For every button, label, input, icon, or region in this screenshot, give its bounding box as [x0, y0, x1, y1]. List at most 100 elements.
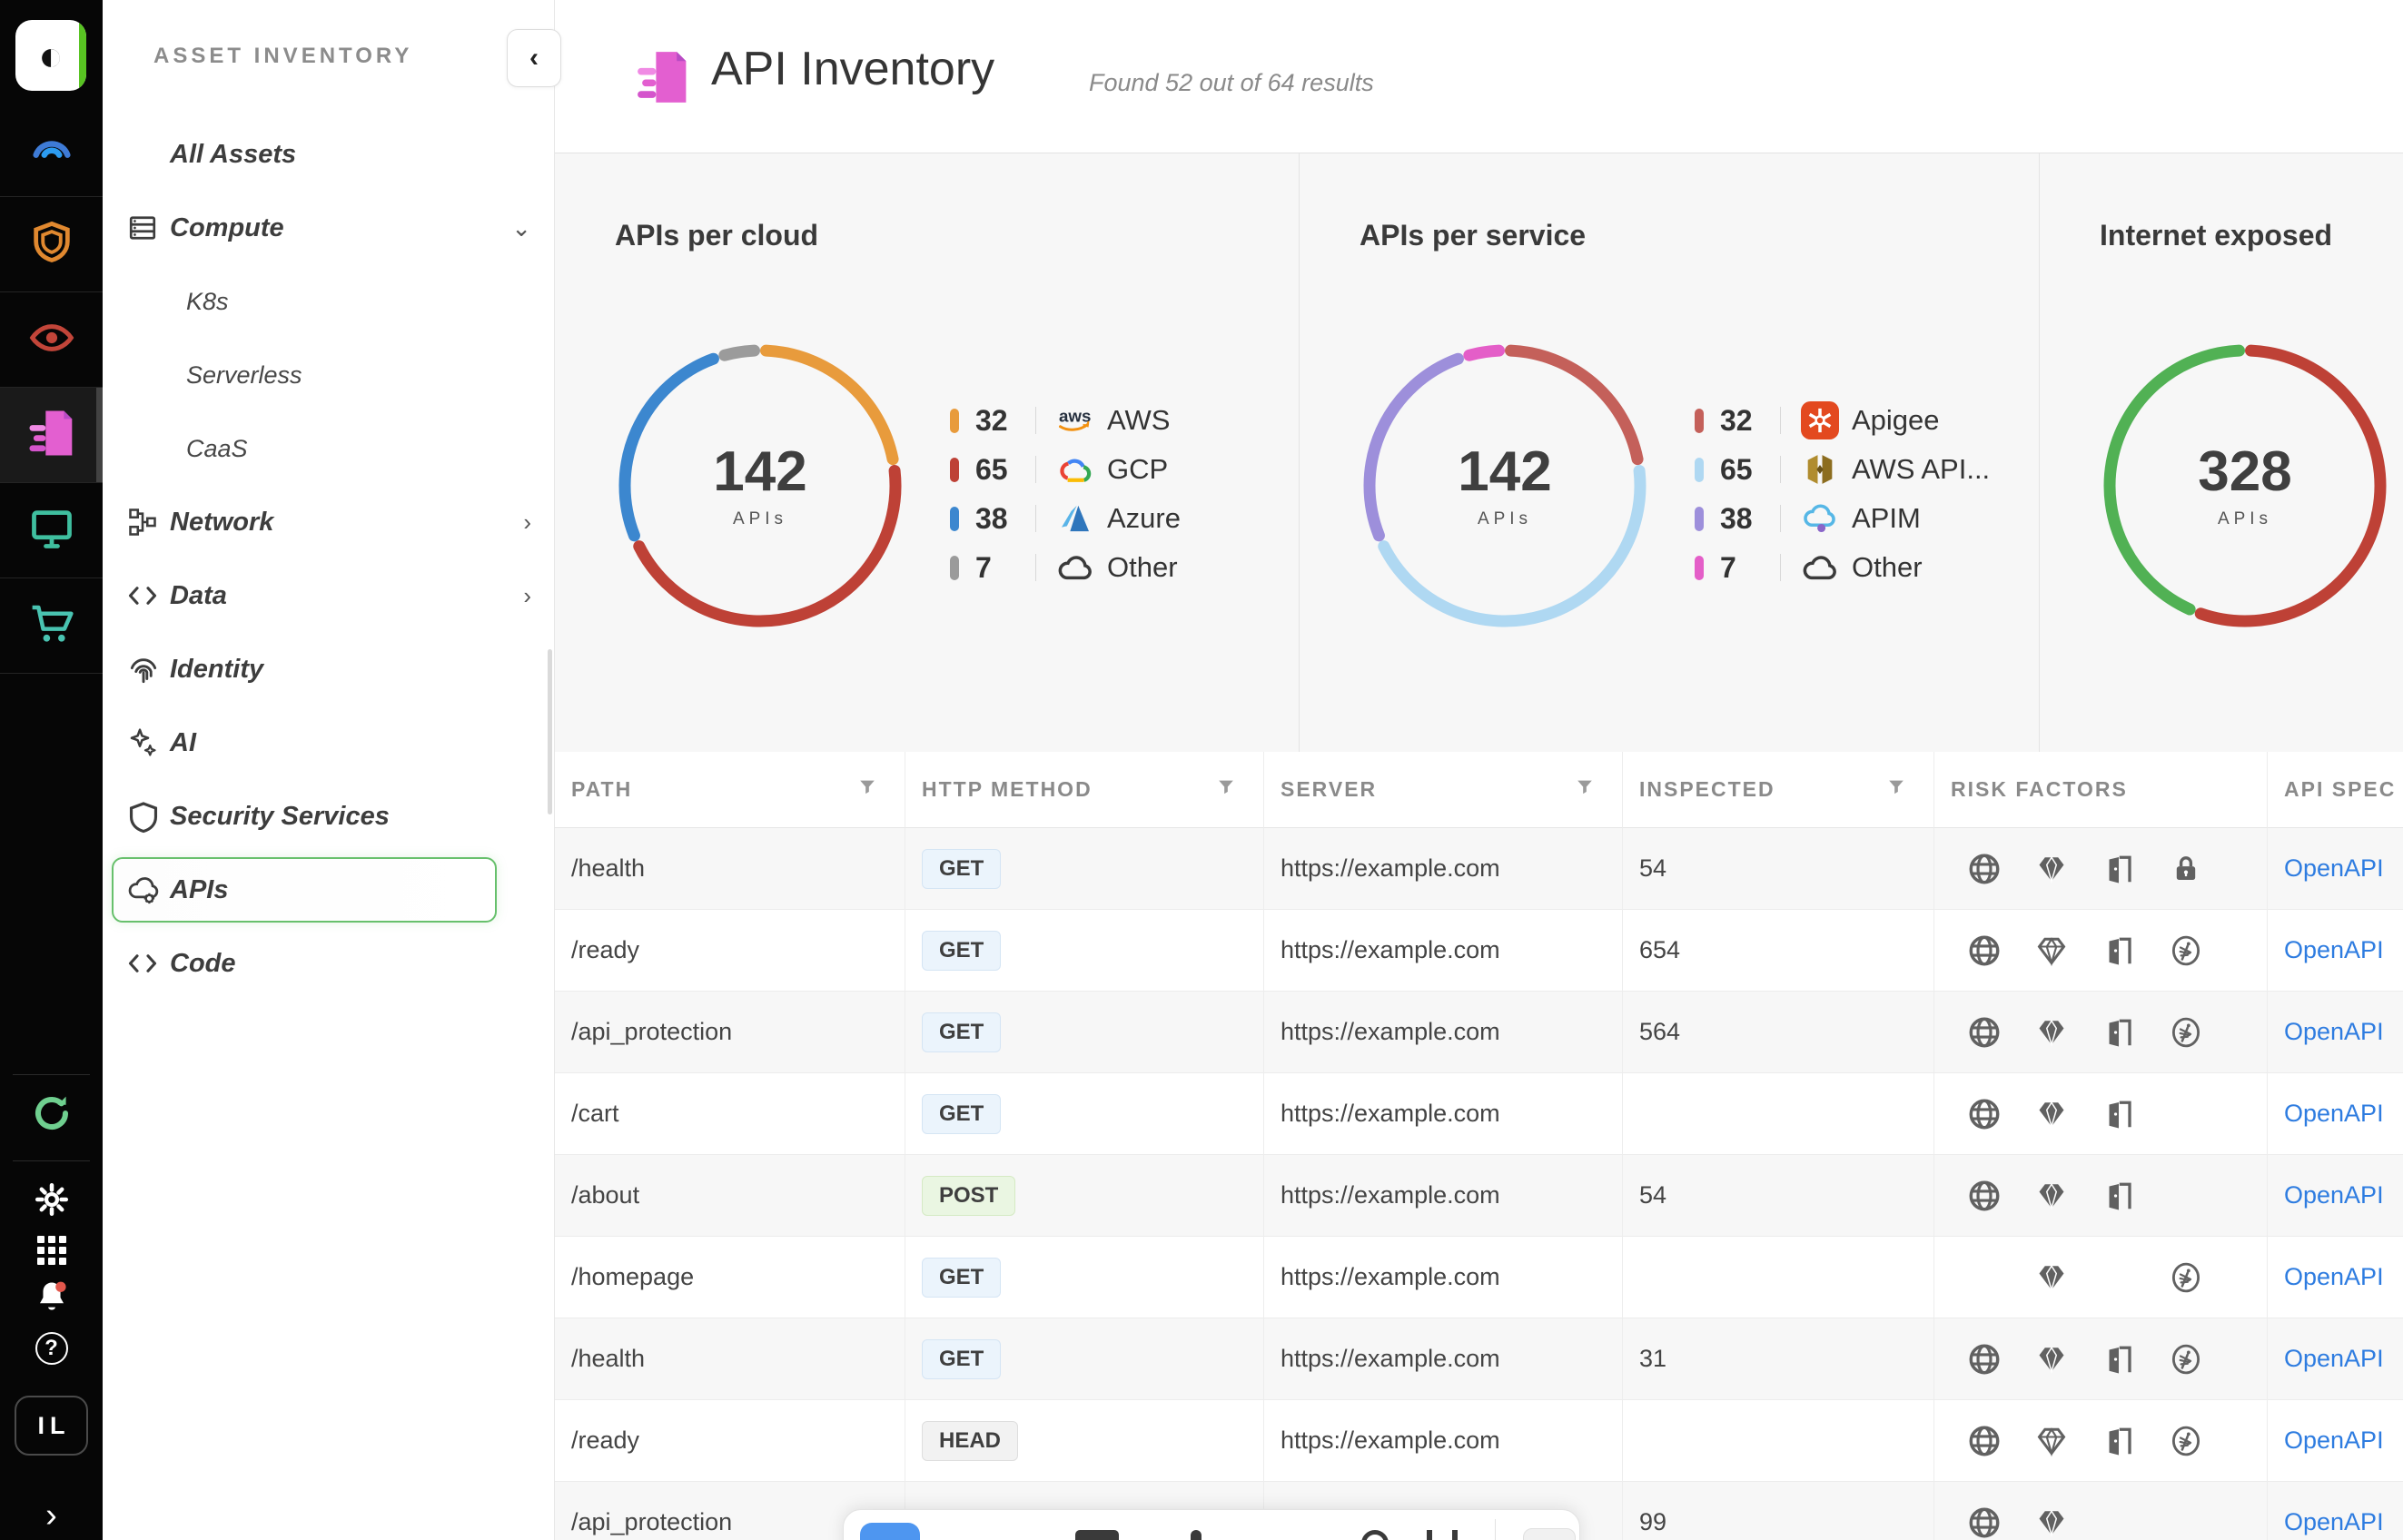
- openapi-link[interactable]: OpenAPI: [2284, 1345, 2384, 1373]
- risk-door-icon[interactable]: [2085, 1341, 2152, 1377]
- column-header-server[interactable]: SERVER: [1264, 752, 1623, 828]
- sidebar-collapse-button[interactable]: ‹: [507, 29, 561, 87]
- risk-door-icon[interactable]: [2085, 851, 2152, 887]
- filter-funnel-icon[interactable]: [1575, 777, 1595, 803]
- rail-item-marketplace[interactable]: [0, 578, 103, 674]
- sidebar-item-caas[interactable]: CaaS: [103, 412, 555, 486]
- risk-gem-icon[interactable]: [2018, 851, 2085, 887]
- risk-globe-icon[interactable]: [1951, 933, 2018, 969]
- sidebar-item-security-services[interactable]: Security Services: [103, 780, 555, 854]
- chevron-right-icon[interactable]: ›: [523, 582, 531, 610]
- column-header-http-method[interactable]: HTTP METHOD: [905, 752, 1264, 828]
- rail-item-observability[interactable]: [0, 102, 103, 197]
- legend-value: 38: [1720, 502, 1780, 536]
- toolbar-dot-icon[interactable]: [1191, 1530, 1202, 1540]
- openapi-link[interactable]: OpenAPI: [2284, 854, 2384, 883]
- toolbar-circle-icon[interactable]: [1361, 1530, 1389, 1540]
- risk-globe-icon[interactable]: [1951, 1341, 2018, 1377]
- rail-item-protection[interactable]: [0, 197, 103, 292]
- cell-risk-factors: [1934, 1482, 2268, 1540]
- sidebar-item-compute[interactable]: Compute⌄: [103, 192, 555, 265]
- sidebar-item-k8s[interactable]: K8s: [103, 265, 555, 339]
- avatar[interactable]: IL: [15, 1396, 88, 1456]
- openapi-link[interactable]: OpenAPI: [2284, 936, 2384, 964]
- risk-globe-icon[interactable]: [1951, 1423, 2018, 1459]
- column-header-path[interactable]: PATH: [555, 752, 905, 828]
- chevron-down-icon[interactable]: ⌄: [511, 214, 531, 242]
- openapi-link[interactable]: OpenAPI: [2284, 1426, 2384, 1455]
- risk-lock-icon[interactable]: [2152, 851, 2220, 887]
- risk-gem-icon[interactable]: [2018, 1178, 2085, 1214]
- risk-owasp-icon[interactable]: [2152, 933, 2220, 969]
- table-row[interactable]: /cartGEThttps://example.comOpenAPI: [555, 1073, 2403, 1155]
- risk-owasp-icon[interactable]: [2152, 1423, 2220, 1459]
- risk-globe-icon[interactable]: [1951, 1096, 2018, 1132]
- openapi-link[interactable]: OpenAPI: [2284, 1018, 2384, 1046]
- risk-owasp-icon[interactable]: [2152, 1259, 2220, 1296]
- cell-http-method: GET: [905, 1237, 1264, 1318]
- risk-door-icon[interactable]: [2085, 933, 2152, 969]
- sidebar-item-code[interactable]: Code: [103, 927, 555, 1001]
- filter-funnel-icon[interactable]: [1216, 777, 1236, 803]
- openapi-link[interactable]: OpenAPI: [2284, 1263, 2384, 1291]
- risk-gem-icon[interactable]: [2018, 1259, 2085, 1296]
- sidebar-item-serverless[interactable]: Serverless: [103, 339, 555, 412]
- risk-gem-outline-icon[interactable]: [2018, 1423, 2085, 1459]
- toolbar-primary-button[interactable]: [860, 1523, 920, 1540]
- chevron-right-icon[interactable]: ›: [523, 508, 531, 537]
- table-row[interactable]: /homepageGEThttps://example.comOpenAPI: [555, 1237, 2403, 1318]
- risk-door-icon[interactable]: [2085, 1178, 2152, 1214]
- rail-item-help[interactable]: ?: [0, 1328, 103, 1368]
- app-logo[interactable]: ◐: [15, 20, 86, 91]
- risk-gem-outline-icon[interactable]: [2018, 933, 2085, 969]
- risk-gem-icon[interactable]: [2018, 1341, 2085, 1377]
- table-row[interactable]: /healthGEThttps://example.com31OpenAPI: [555, 1318, 2403, 1400]
- table-row[interactable]: /api_protectionGEThttps://example.com564…: [555, 992, 2403, 1073]
- toolbar-secondary-button[interactable]: [1523, 1528, 1576, 1540]
- rail-item-sync[interactable]: [0, 1092, 103, 1138]
- risk-door-icon[interactable]: [2085, 1423, 2152, 1459]
- table-row[interactable]: /readyGEThttps://example.com654OpenAPI: [555, 910, 2403, 992]
- risk-globe-icon[interactable]: [1951, 1178, 2018, 1214]
- sidebar-item-data[interactable]: Data›: [103, 559, 555, 633]
- column-header-risk-factors[interactable]: RISK FACTORS: [1934, 752, 2268, 828]
- donut-chart[interactable]: 328 APIs: [2100, 341, 2390, 631]
- table-row[interactable]: /readyHEADhttps://example.comOpenAPI: [555, 1400, 2403, 1482]
- table-row[interactable]: /aboutPOSThttps://example.com54OpenAPI: [555, 1155, 2403, 1237]
- sidebar-item-all-assets[interactable]: All Assets: [103, 118, 555, 192]
- rail-item-settings[interactable]: [0, 1180, 103, 1222]
- openapi-link[interactable]: OpenAPI: [2284, 1508, 2384, 1536]
- openapi-link[interactable]: OpenAPI: [2284, 1100, 2384, 1128]
- expand-rail-chevron-icon[interactable]: ›: [0, 1496, 103, 1535]
- rail-item-notifications[interactable]: [0, 1278, 103, 1321]
- sidebar-item-ai[interactable]: AI: [103, 706, 555, 780]
- risk-gem-icon[interactable]: [2018, 1096, 2085, 1132]
- sidebar-item-apis[interactable]: APIs: [103, 854, 555, 927]
- risk-owasp-icon[interactable]: [2152, 1014, 2220, 1051]
- rail-item-api-inventory[interactable]: [0, 388, 103, 483]
- sidebar-scrollbar[interactable]: [548, 649, 552, 814]
- column-header-inspected[interactable]: INSPECTED: [1623, 752, 1934, 828]
- filter-funnel-icon[interactable]: [857, 777, 877, 803]
- rail-item-workloads[interactable]: [0, 483, 103, 578]
- risk-door-icon[interactable]: [2085, 1014, 2152, 1051]
- sidebar-item-network[interactable]: Network›: [103, 486, 555, 559]
- column-header-api-spec[interactable]: API SPEC: [2268, 752, 2403, 828]
- table-row[interactable]: /healthGEThttps://example.com54OpenAPI: [555, 828, 2403, 910]
- risk-globe-icon[interactable]: [1951, 1505, 2018, 1540]
- openapi-link[interactable]: OpenAPI: [2284, 1181, 2384, 1209]
- risk-gem-icon[interactable]: [2018, 1505, 2085, 1540]
- toolbar-arrows-icon[interactable]: [1427, 1530, 1458, 1540]
- filter-funnel-icon[interactable]: [1886, 777, 1906, 803]
- risk-owasp-icon[interactable]: [2152, 1341, 2220, 1377]
- donut-chart[interactable]: 142 APIs: [615, 341, 905, 631]
- sidebar-item-identity[interactable]: Identity: [103, 633, 555, 706]
- risk-gem-icon[interactable]: [2018, 1014, 2085, 1051]
- rail-item-detection[interactable]: [0, 292, 103, 388]
- rail-item-apps[interactable]: [0, 1230, 103, 1270]
- donut-chart[interactable]: 142 APIs: [1360, 341, 1650, 631]
- toolbar-bar-icon[interactable]: [1075, 1530, 1119, 1540]
- risk-door-icon[interactable]: [2085, 1096, 2152, 1132]
- risk-globe-icon[interactable]: [1951, 851, 2018, 887]
- risk-globe-icon[interactable]: [1951, 1014, 2018, 1051]
